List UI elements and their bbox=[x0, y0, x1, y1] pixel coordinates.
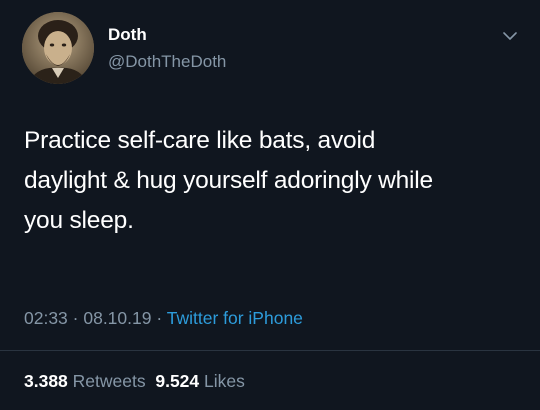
tweet-card: Doth @DothTheDoth Practice self-care lik… bbox=[0, 0, 540, 410]
tweet-stats: 3.388 Retweets 9.524 Likes bbox=[24, 371, 245, 392]
retweets-count: 3.388 bbox=[24, 371, 68, 391]
likes-stat[interactable]: 9.524 Likes bbox=[155, 371, 245, 391]
tweet-source-link[interactable]: Twitter for iPhone bbox=[167, 308, 303, 328]
avatar[interactable] bbox=[22, 12, 94, 84]
tweet-text-line: daylight & hug yourself adoringly while bbox=[24, 167, 433, 194]
meta-separator: · bbox=[67, 308, 84, 328]
meta-separator: · bbox=[151, 308, 167, 328]
tweet-text-line: you sleep. bbox=[24, 207, 134, 234]
tweet-text-line: Practice self-care like bats, avoid bbox=[24, 127, 376, 154]
chevron-down-icon[interactable] bbox=[500, 28, 520, 44]
divider bbox=[0, 350, 540, 351]
retweets-stat[interactable]: 3.388 Retweets bbox=[24, 371, 146, 391]
tweet-meta: 02:33 · 08.10.19 · Twitter for iPhone bbox=[24, 308, 303, 329]
author-name[interactable]: Doth bbox=[108, 25, 147, 45]
profile-avatar-image bbox=[22, 12, 94, 84]
tweet-date[interactable]: 08.10.19 bbox=[83, 308, 151, 328]
likes-count: 9.524 bbox=[155, 371, 200, 391]
retweets-label: Retweets bbox=[72, 371, 146, 391]
likes-label: Likes bbox=[204, 371, 245, 391]
tweet-time[interactable]: 02:33 bbox=[24, 308, 68, 328]
tweet-text: Practice self-care like bats, avoid dayl… bbox=[24, 121, 524, 241]
author-handle[interactable]: @DothTheDoth bbox=[108, 52, 226, 72]
